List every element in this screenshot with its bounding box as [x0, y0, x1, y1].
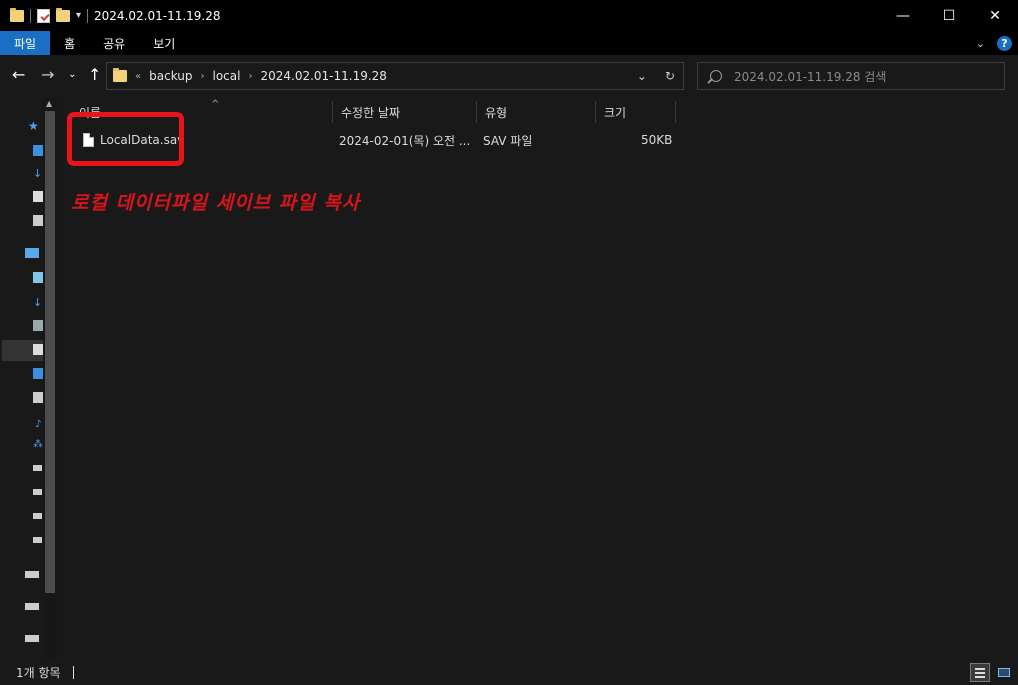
- properties-icon[interactable]: [37, 8, 50, 23]
- drive-icon[interactable]: [33, 537, 42, 543]
- search-placeholder: 2024.02.01-11.19.28 검색: [734, 69, 887, 84]
- item-count: 1개 항목: [16, 666, 61, 680]
- sort-ascending-icon: ^: [211, 99, 220, 110]
- maximize-button[interactable]: ☐: [926, 0, 972, 31]
- file-size-cell: 50KB: [641, 133, 673, 147]
- address-history-chevron-down-icon[interactable]: ⌄: [637, 69, 647, 83]
- documents-icon[interactable]: [33, 191, 43, 202]
- 3d-objects-icon[interactable]: [33, 272, 43, 283]
- ribbon-tabs: 파일 홈 공유 보기 ⌄ ?: [0, 31, 1018, 55]
- desktop-folder-icon[interactable]: [33, 145, 43, 156]
- large-icons-view-button[interactable]: [994, 663, 1014, 682]
- address-bar[interactable]: « backup › local › 2024.02.01-11.19.28 ⌄…: [106, 62, 684, 90]
- toolbar-divider: [87, 8, 89, 23]
- this-pc-icon[interactable]: [25, 248, 39, 258]
- details-view-icon: [975, 667, 985, 678]
- navigation-pane-scrollbar[interactable]: ▲: [43, 97, 57, 660]
- title-bar: ▾ 2024.02.01-11.19.28 — ☐ ✕: [0, 0, 1018, 31]
- pictures-icon[interactable]: [33, 392, 43, 403]
- column-header-size[interactable]: 크기: [596, 101, 676, 123]
- breadcrumb-local[interactable]: local: [213, 69, 241, 83]
- breadcrumb-chevron-right-icon[interactable]: ›: [201, 71, 205, 82]
- network-drive-icon[interactable]: ⁂: [33, 439, 43, 450]
- forward-arrow-icon[interactable]: →: [41, 67, 54, 83]
- annotation-text: 로컬 데이터파일 세이브 파일 복사: [71, 192, 361, 214]
- videos-icon[interactable]: [33, 320, 43, 331]
- expand-ribbon-chevron-down-icon[interactable]: ⌄: [976, 37, 985, 50]
- downloads-icon[interactable]: ↓: [33, 296, 43, 309]
- large-icons-view-icon: [998, 668, 1010, 677]
- navigation-pane: ★ ↓ ↓ ♪ ⁂ ▲: [0, 97, 57, 660]
- back-arrow-icon[interactable]: ←: [12, 67, 25, 83]
- column-header-size-label: 크기: [604, 105, 627, 120]
- status-bar: 1개 항목: [0, 660, 1018, 685]
- folder-icon: [10, 7, 24, 22]
- drive-icon[interactable]: [33, 465, 42, 471]
- customize-toolbar-dropdown-icon[interactable]: ▾: [76, 10, 81, 21]
- desktop-folder-icon[interactable]: [33, 368, 43, 379]
- pictures-icon[interactable]: [33, 215, 43, 226]
- minimize-button[interactable]: —: [880, 0, 926, 31]
- file-modified-cell: 2024-02-01(목) 오전 ...: [339, 133, 471, 148]
- documents-icon[interactable]: [33, 344, 43, 355]
- view-toggle: [970, 663, 1014, 682]
- folder-icon: [113, 68, 127, 82]
- quick-access-star-icon[interactable]: ★: [28, 119, 39, 133]
- network-drive-icon[interactable]: [25, 571, 39, 578]
- search-box[interactable]: 2024.02.01-11.19.28 검색: [697, 62, 1005, 90]
- new-folder-icon[interactable]: [56, 7, 70, 22]
- breadcrumb-overflow[interactable]: «: [135, 71, 141, 82]
- recent-locations-chevron-down-icon[interactable]: ⌄: [68, 67, 76, 83]
- downloads-icon[interactable]: ↓: [33, 167, 43, 180]
- up-arrow-icon[interactable]: ↑: [88, 67, 101, 83]
- tab-view[interactable]: 보기: [139, 31, 189, 55]
- search-icon: [710, 70, 722, 82]
- breadcrumb-chevron-right-icon[interactable]: ›: [248, 71, 252, 82]
- annotation-highlight-box: [67, 112, 184, 166]
- breadcrumb-backup[interactable]: backup: [149, 69, 192, 83]
- breadcrumb-current-folder[interactable]: 2024.02.01-11.19.28: [260, 69, 386, 83]
- drive-icon[interactable]: [33, 489, 42, 495]
- close-button[interactable]: ✕: [972, 0, 1018, 31]
- drive-icon[interactable]: [33, 513, 42, 519]
- tab-share[interactable]: 공유: [89, 31, 139, 55]
- column-header-type-label: 유형: [485, 105, 508, 120]
- refresh-icon[interactable]: ↻: [665, 69, 675, 83]
- toolbar-divider: [30, 8, 31, 23]
- scrollbar-thumb[interactable]: [45, 111, 55, 593]
- network-drive-icon[interactable]: [25, 635, 39, 642]
- quick-access-toolbar: ▾: [0, 0, 89, 31]
- window-title: 2024.02.01-11.19.28: [94, 8, 221, 23]
- file-list-view: 이름 ^ 수정한 날짜 유형 크기 LocalData.sav 2024-02-…: [57, 97, 1018, 660]
- tab-file[interactable]: 파일: [0, 31, 51, 55]
- network-drive-icon[interactable]: [25, 603, 39, 610]
- address-bar-actions: ⌄ ↻: [637, 63, 683, 89]
- scroll-up-icon[interactable]: ▲: [46, 99, 52, 108]
- help-icon[interactable]: ?: [997, 35, 1012, 51]
- file-type-cell: SAV 파일: [483, 133, 533, 148]
- column-header-modified-label: 수정한 날짜: [341, 105, 401, 120]
- status-divider: [72, 666, 74, 679]
- navigation-bar: ← → ⌄ ↑ « backup › local › 2024.02.01-11…: [0, 55, 1018, 97]
- details-view-button[interactable]: [970, 663, 990, 682]
- tab-home[interactable]: 홈: [50, 31, 89, 55]
- column-header-modified[interactable]: 수정한 날짜: [333, 101, 477, 123]
- ribbon-right-controls: ⌄ ?: [976, 31, 1012, 55]
- window-controls: — ☐ ✕: [880, 0, 1018, 31]
- column-header-type[interactable]: 유형: [477, 101, 596, 123]
